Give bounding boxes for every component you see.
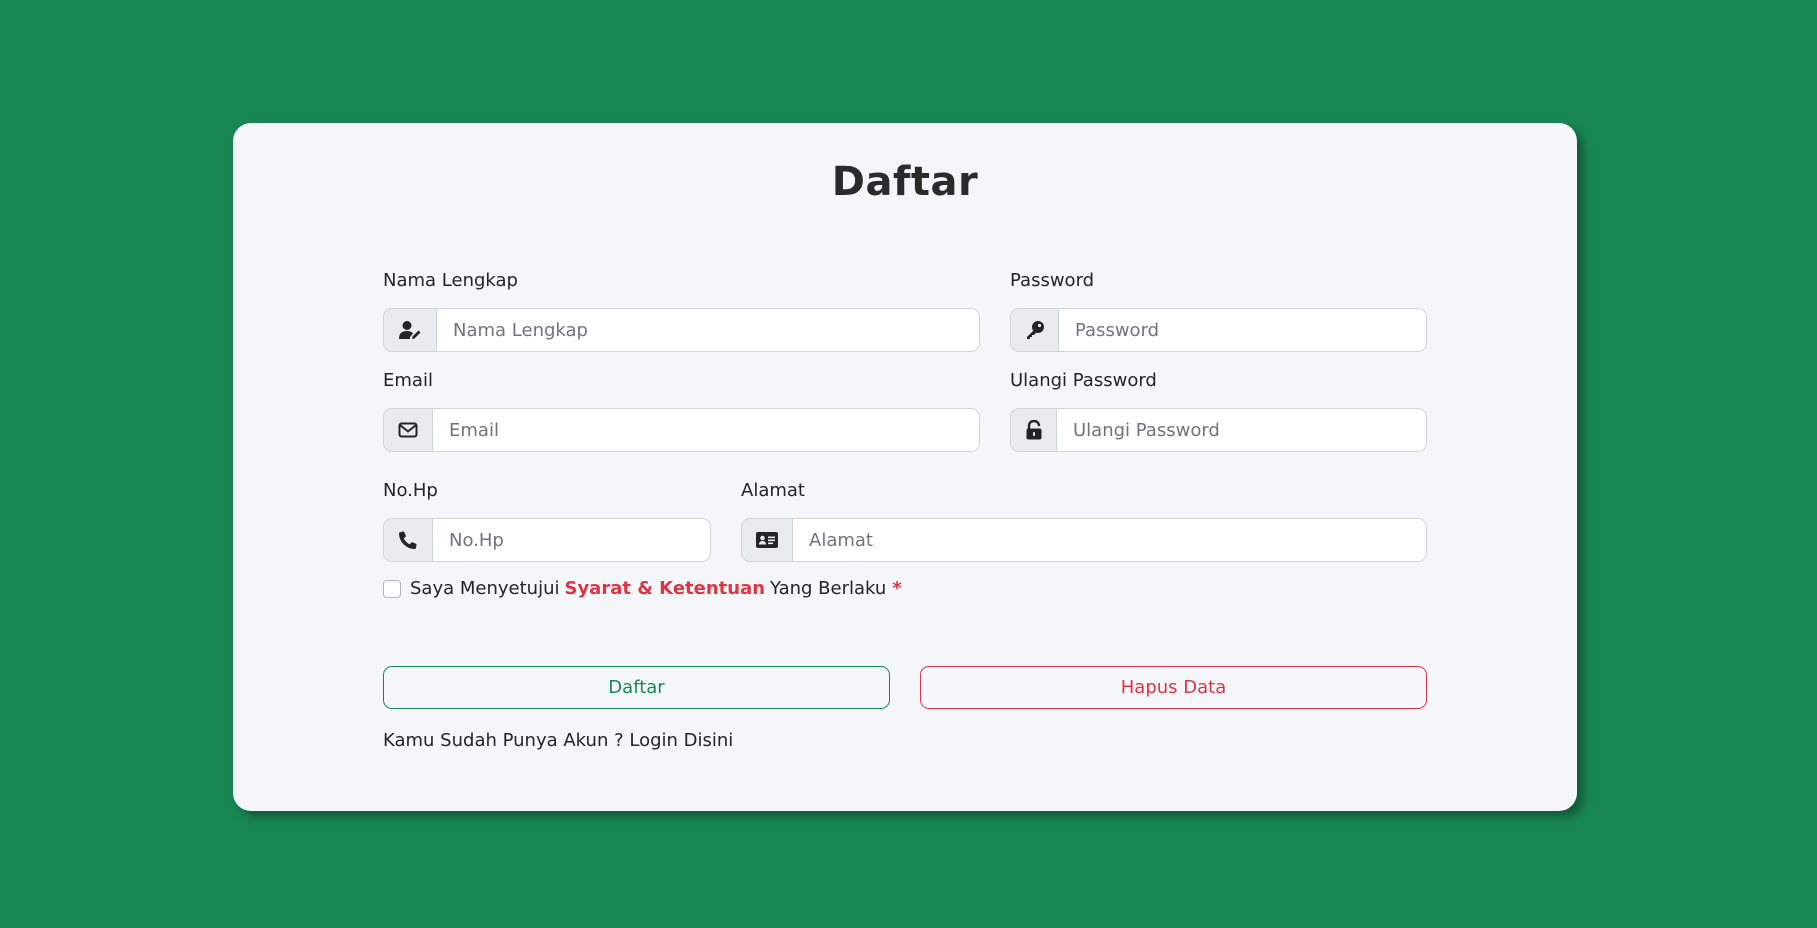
email-input[interactable] bbox=[433, 409, 979, 451]
required-mark: * bbox=[892, 578, 902, 599]
register-card: Daftar Nama Lengkap Password bbox=[233, 123, 1577, 811]
password-label: Password bbox=[1010, 270, 1095, 291]
login-prompt: Kamu Sudah Punya Akun ? Login Disini bbox=[383, 730, 733, 751]
phone-icon bbox=[384, 519, 433, 561]
terms-row: Saya Menyetujui Syarat & Ketentuan Yang … bbox=[383, 578, 902, 599]
login-prompt-text: Kamu Sudah Punya Akun ? bbox=[383, 730, 624, 751]
hapus-data-button[interactable]: Hapus Data bbox=[920, 666, 1427, 709]
password-input[interactable] bbox=[1059, 309, 1426, 351]
alamat-input-group bbox=[741, 518, 1427, 562]
id-card-icon bbox=[742, 519, 793, 561]
alamat-input[interactable] bbox=[793, 519, 1426, 561]
nama-lengkap-input[interactable] bbox=[437, 309, 979, 351]
nama-lengkap-label: Nama Lengkap bbox=[383, 270, 518, 291]
ulangi-password-input[interactable] bbox=[1057, 409, 1426, 451]
nama-lengkap-field: Nama Lengkap bbox=[383, 268, 980, 352]
user-pen-icon bbox=[384, 309, 437, 351]
password-field: Password bbox=[1010, 268, 1427, 352]
nohp-field: No.Hp bbox=[383, 478, 711, 562]
ulangi-password-field: Ulangi Password bbox=[1010, 368, 1427, 452]
unlock-icon bbox=[1011, 409, 1057, 451]
alamat-label: Alamat bbox=[741, 480, 805, 501]
key-icon bbox=[1011, 309, 1059, 351]
page-title: Daftar bbox=[831, 159, 979, 205]
login-link[interactable]: Login Disini bbox=[629, 730, 733, 751]
terms-checkbox[interactable] bbox=[383, 579, 401, 598]
terms-suffix: Yang Berlaku bbox=[770, 578, 887, 599]
ulangi-password-label: Ulangi Password bbox=[1010, 370, 1157, 391]
nohp-label: No.Hp bbox=[383, 480, 438, 501]
ulangi-password-input-group bbox=[1010, 408, 1427, 452]
nohp-input-group bbox=[383, 518, 711, 562]
email-input-group bbox=[383, 408, 980, 452]
nama-lengkap-input-group bbox=[383, 308, 980, 352]
nohp-input[interactable] bbox=[433, 519, 710, 561]
password-input-group bbox=[1010, 308, 1427, 352]
envelope-icon bbox=[384, 409, 433, 451]
email-label: Email bbox=[383, 370, 433, 391]
terms-link[interactable]: Syarat & Ketentuan bbox=[564, 578, 765, 599]
alamat-field: Alamat bbox=[741, 478, 1427, 562]
daftar-button[interactable]: Daftar bbox=[383, 666, 890, 709]
email-field: Email bbox=[383, 368, 980, 452]
terms-prefix: Saya Menyetujui bbox=[410, 578, 560, 599]
